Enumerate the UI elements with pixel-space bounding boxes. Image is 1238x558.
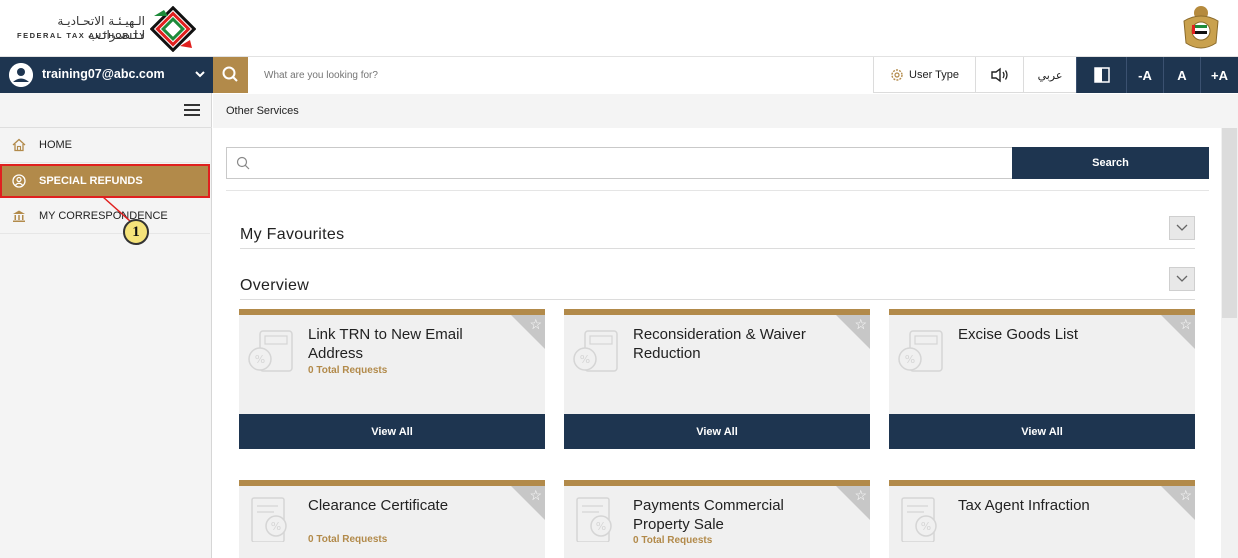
site-header: الـهيـئـة الاتحـاديـة لـلـضـرائـب FEDERA… bbox=[0, 0, 1238, 57]
favourites-collapse-button[interactable] bbox=[1169, 216, 1195, 240]
sidebar-item-special-refunds[interactable]: SPECIAL REFUNDS bbox=[0, 164, 210, 198]
card-title: Tax Agent Infraction bbox=[958, 497, 1090, 514]
card-title: Reconsideration & Waiver Reduction bbox=[633, 326, 806, 362]
logo-english-text: FEDERAL TAX AUTHORITY bbox=[17, 31, 146, 40]
breadcrumb: Other Services bbox=[213, 94, 1238, 128]
contrast-icon bbox=[1093, 67, 1110, 83]
user-avatar-icon bbox=[9, 63, 33, 87]
svg-text:%: % bbox=[921, 520, 931, 533]
uae-emblem-icon bbox=[1183, 6, 1219, 49]
favourites-heading: My Favourites bbox=[240, 226, 345, 243]
favourite-star-icon[interactable]: ☆ bbox=[854, 316, 867, 333]
sidebar-item-home[interactable]: HOME bbox=[0, 128, 210, 163]
sidebar-item-label: HOME bbox=[39, 139, 72, 151]
home-icon bbox=[12, 138, 26, 152]
speaker-icon bbox=[990, 67, 1008, 83]
service-card-payments-commercial-property[interactable]: ☆ % Payments Commercial Property Sale 0 … bbox=[564, 480, 870, 558]
services-search-input[interactable] bbox=[226, 147, 1013, 179]
calculator-icon: % bbox=[898, 330, 943, 372]
view-all-button[interactable]: View All bbox=[239, 414, 545, 449]
service-card-tax-agent-infraction[interactable]: ☆ % Tax Agent Infraction bbox=[889, 480, 1195, 558]
search-icon bbox=[236, 156, 250, 170]
calculator-icon: % bbox=[573, 330, 618, 372]
gear-icon bbox=[891, 69, 903, 81]
svg-text:%: % bbox=[255, 353, 265, 366]
overview-collapse-button[interactable] bbox=[1169, 267, 1195, 291]
view-all-button[interactable]: View All bbox=[564, 414, 870, 449]
user-email: training07@abc.com bbox=[42, 67, 165, 81]
fta-logo[interactable]: الـهيـئـة الاتحـاديـة لـلـضـرائـب FEDERA… bbox=[15, 6, 200, 52]
service-card-link-trn[interactable]: ☆ % Link TRN to New Email Address 0 Tota… bbox=[239, 309, 545, 449]
overview-heading: Overview bbox=[240, 277, 310, 294]
user-account-menu[interactable]: training07@abc.com bbox=[0, 57, 213, 93]
sidebar-item-label: SPECIAL REFUNDS bbox=[39, 175, 143, 187]
favourite-star-icon[interactable]: ☆ bbox=[1179, 316, 1192, 333]
global-search-button[interactable] bbox=[213, 57, 248, 93]
chevron-down-icon bbox=[1176, 224, 1188, 231]
chevron-down-icon bbox=[1176, 275, 1188, 282]
font-decrease-button[interactable]: -A bbox=[1126, 57, 1163, 93]
global-search-input[interactable] bbox=[248, 57, 873, 93]
document-percent-icon: % bbox=[901, 497, 937, 542]
service-card-excise-goods[interactable]: ☆ % Excise Goods List View All bbox=[889, 309, 1195, 449]
user-type-label: User Type bbox=[909, 69, 959, 81]
user-circle-icon bbox=[12, 174, 26, 188]
document-percent-icon: % bbox=[251, 497, 287, 542]
user-type-button[interactable]: User Type bbox=[873, 57, 975, 93]
menu-toggle-icon[interactable] bbox=[184, 104, 200, 116]
sidebar-item-label: MY CORRESPONDENCE bbox=[39, 210, 168, 222]
top-toolbar: training07@abc.com User Type عربي -A A bbox=[0, 57, 1238, 93]
contrast-toggle-button[interactable] bbox=[1076, 57, 1126, 93]
favourite-star-icon[interactable]: ☆ bbox=[529, 487, 542, 504]
svg-text:%: % bbox=[271, 520, 281, 533]
svg-text:%: % bbox=[580, 353, 590, 366]
svg-text:%: % bbox=[596, 520, 606, 533]
service-card-reconsideration[interactable]: ☆ % Reconsideration & Waiver Reduction V… bbox=[564, 309, 870, 449]
card-request-count: 0 Total Requests bbox=[308, 534, 388, 545]
sidebar: HOME SPECIAL REFUNDS MY CORRESPONDENCE bbox=[0, 93, 212, 558]
favourite-star-icon[interactable]: ☆ bbox=[854, 487, 867, 504]
card-title: Payments Commercial Property Sale bbox=[633, 497, 784, 533]
favourite-star-icon[interactable]: ☆ bbox=[529, 316, 542, 333]
card-request-count: 0 Total Requests bbox=[308, 365, 388, 376]
sidebar-item-my-correspondence[interactable]: MY CORRESPONDENCE bbox=[0, 199, 210, 234]
divider bbox=[240, 299, 1195, 300]
font-normal-button[interactable]: A bbox=[1163, 57, 1200, 93]
scrollbar-thumb[interactable] bbox=[1222, 128, 1237, 318]
chevron-down-icon bbox=[195, 71, 205, 78]
search-icon bbox=[222, 66, 238, 82]
card-request-count: 0 Total Requests bbox=[633, 535, 713, 546]
arabic-language-button[interactable]: عربي bbox=[1023, 57, 1076, 93]
card-title: Clearance Certificate bbox=[308, 497, 449, 514]
card-title: Link TRN to New Email Address bbox=[308, 326, 463, 362]
view-all-button[interactable]: View All bbox=[889, 414, 1195, 449]
font-increase-button[interactable]: +A bbox=[1200, 57, 1238, 93]
divider bbox=[240, 248, 1195, 249]
svg-text:%: % bbox=[905, 353, 915, 366]
calculator-icon: % bbox=[248, 330, 293, 372]
card-title: Excise Goods List bbox=[958, 326, 1079, 343]
document-percent-icon: % bbox=[576, 497, 612, 542]
services-search-button[interactable]: Search bbox=[1012, 147, 1209, 179]
favourite-star-icon[interactable]: ☆ bbox=[1179, 487, 1192, 504]
text-to-speech-button[interactable] bbox=[975, 57, 1023, 93]
service-card-clearance-certificate[interactable]: ☆ % Clearance Certificate 0 Total Reques… bbox=[239, 480, 545, 558]
bank-icon bbox=[13, 210, 25, 222]
annotation-number-badge: 1 bbox=[123, 219, 149, 245]
divider bbox=[226, 190, 1209, 191]
fta-logo-mark-icon bbox=[150, 6, 196, 52]
